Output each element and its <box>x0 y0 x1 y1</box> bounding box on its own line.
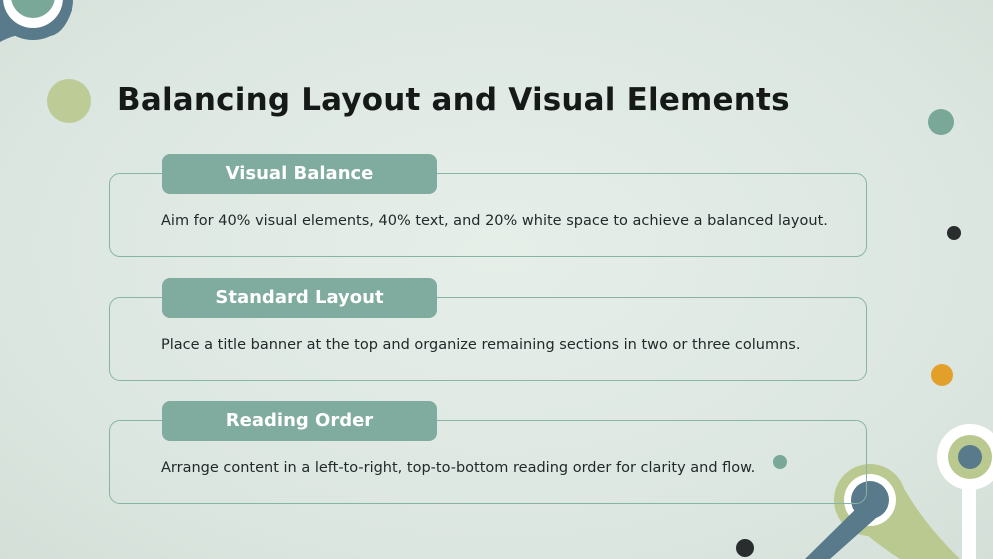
card-text: Aim for 40% visual elements, 40% text, a… <box>161 213 828 229</box>
page-title: Balancing Layout and Visual Elements <box>117 82 790 118</box>
card-heading: Standard Layout <box>162 278 437 318</box>
orange-dot <box>931 364 953 386</box>
bottom-dark-dot <box>736 539 754 557</box>
pin-decoration-top-left <box>0 0 73 42</box>
card-standard-layout: Standard Layout Place a title banner at … <box>109 278 867 381</box>
title-bullet-circle <box>47 79 91 123</box>
card-text: Place a title banner at the top and orga… <box>161 337 801 353</box>
card-reading-order: Reading Order Arrange content in a left-… <box>109 401 867 504</box>
card-visual-balance: Visual Balance Aim for 40% visual elemen… <box>109 154 867 257</box>
pin-decoration-right <box>937 424 993 559</box>
dark-dot <box>947 226 961 240</box>
teal-dot <box>928 109 954 135</box>
slide: Balancing Layout and Visual Elements Vis… <box>0 0 993 559</box>
card-text: Arrange content in a left-to-right, top-… <box>161 460 756 476</box>
card-heading: Visual Balance <box>162 154 437 194</box>
card-heading: Reading Order <box>162 401 437 441</box>
